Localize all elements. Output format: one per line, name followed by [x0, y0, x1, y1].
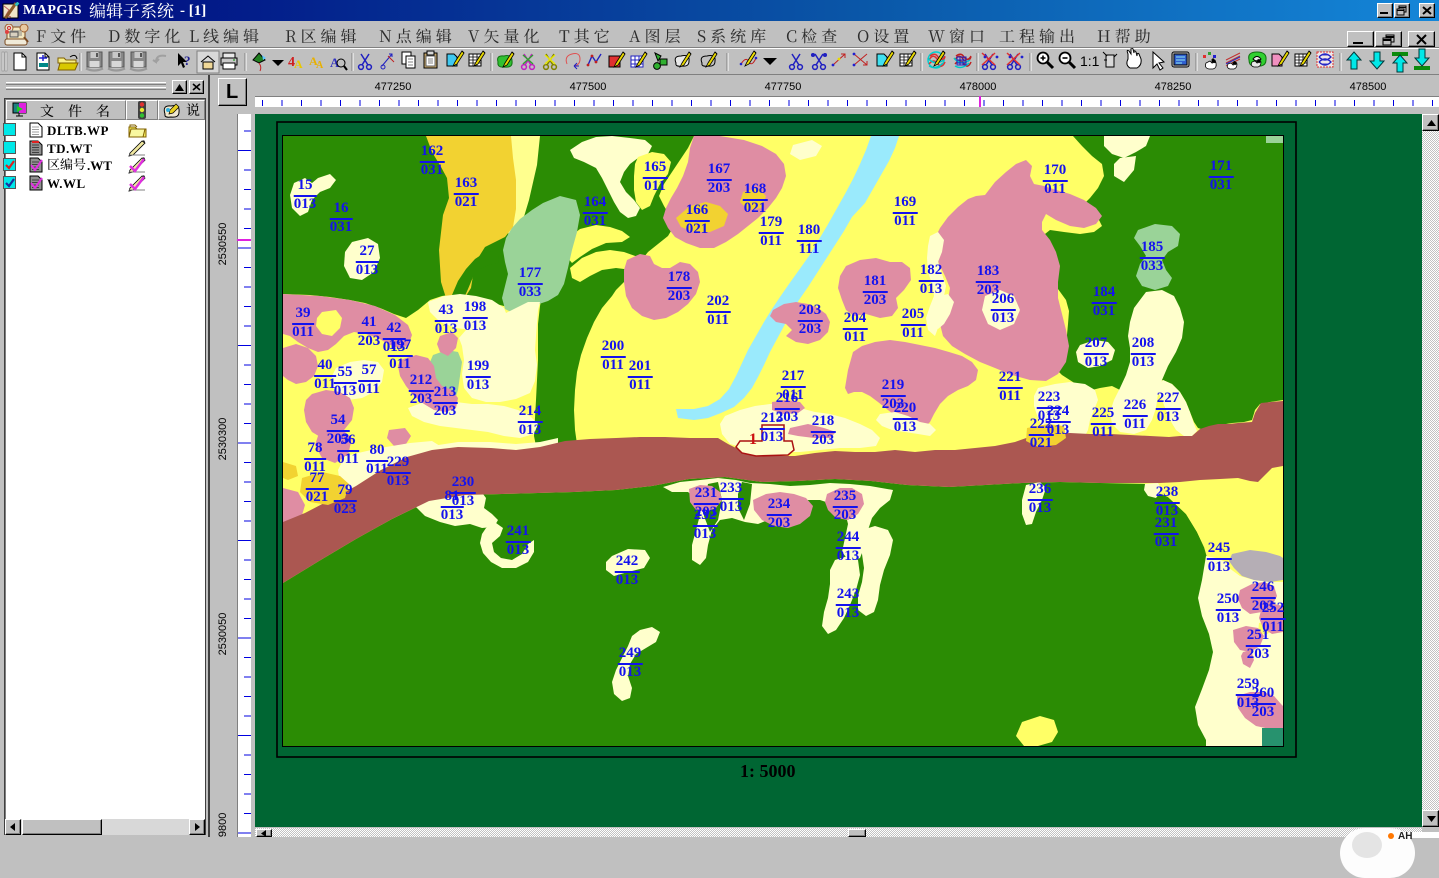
svg-text:A: A [330, 55, 340, 70]
svg-text:2529800: 2529800 [217, 813, 229, 837]
svg-text:478500: 478500 [1350, 81, 1387, 93]
svg-text:1:1: 1:1 [1080, 53, 1100, 69]
svg-text:478000: 478000 [960, 81, 997, 93]
svg-text:2530550: 2530550 [217, 223, 229, 266]
svg-text:477500: 477500 [570, 81, 607, 93]
svg-text:478250: 478250 [1155, 81, 1192, 93]
svg-text:A: A [294, 57, 303, 71]
svg-text:2530300: 2530300 [217, 418, 229, 461]
svg-text:477750: 477750 [765, 81, 802, 93]
svg-text:2530050: 2530050 [217, 613, 229, 656]
svg-text:477250: 477250 [375, 81, 412, 93]
svg-text:?: ? [184, 53, 191, 68]
svg-text:A: A [316, 60, 324, 71]
